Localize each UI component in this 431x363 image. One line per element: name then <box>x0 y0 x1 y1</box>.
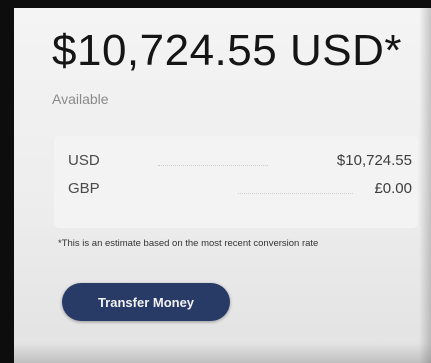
currency-amount: £0.00 <box>374 180 412 197</box>
estimate-note: *This is an estimate based on the most r… <box>58 238 319 249</box>
available-label: Available <box>52 91 109 107</box>
dotted-leader <box>158 165 268 166</box>
transfer-money-button[interactable]: Transfer Money <box>62 283 230 321</box>
currency-code: USD <box>68 152 100 169</box>
dotted-leader <box>238 193 353 194</box>
account-balance-screen: $10,724.55 USD* Available USD $10,724.55… <box>14 8 431 363</box>
currency-row-usd: USD $10,724.55 <box>68 152 412 172</box>
screen-bottom-shade <box>14 343 431 363</box>
currency-amount: $10,724.55 <box>336 152 412 169</box>
currency-code: GBP <box>68 180 100 197</box>
total-balance: $10,724.55 USD* <box>52 26 402 75</box>
currency-balance-list: USD $10,724.55 GBP £0.00 <box>54 136 418 228</box>
currency-row-gbp: GBP £0.00 <box>68 180 412 200</box>
screen-edge-shade <box>419 8 431 363</box>
